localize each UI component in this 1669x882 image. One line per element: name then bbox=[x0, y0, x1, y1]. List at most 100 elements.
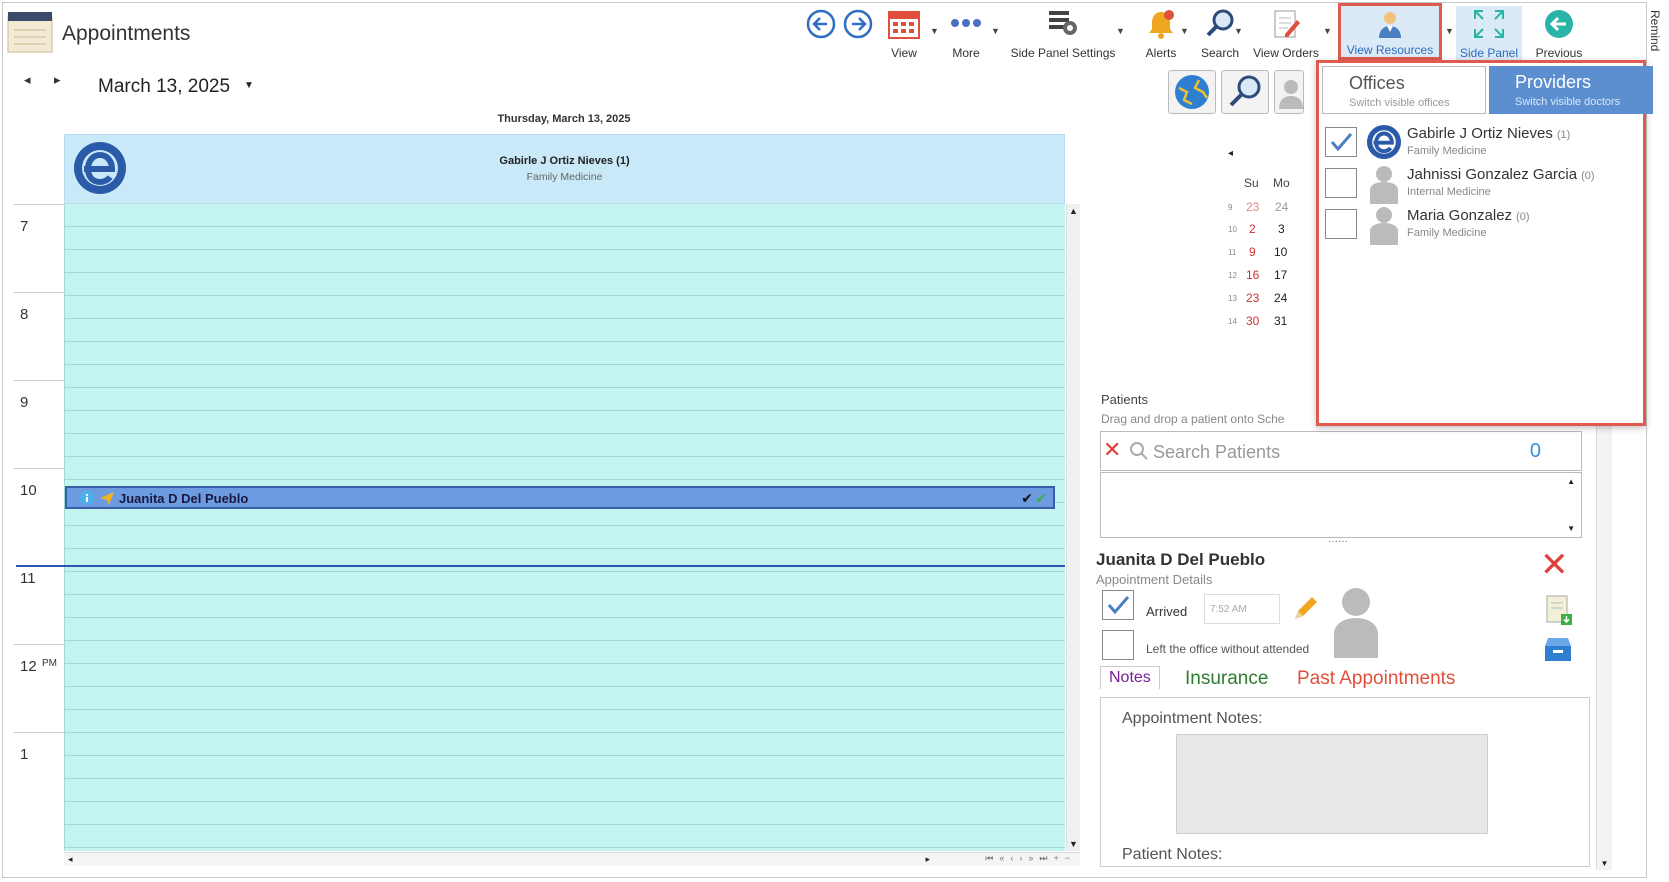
orders-dropdown-caret[interactable]: ▼ bbox=[1323, 26, 1332, 36]
mini-cal-day[interactable]: 23 bbox=[1246, 200, 1259, 214]
view-orders-button[interactable]: View Orders bbox=[1248, 6, 1324, 60]
mini-cal-day[interactable]: 24 bbox=[1274, 291, 1287, 305]
reminders-tab[interactable]: Remind bbox=[1648, 10, 1662, 51]
hour-divider bbox=[14, 468, 64, 469]
document-download-icon[interactable] bbox=[1544, 594, 1574, 626]
left-office-checkbox[interactable] bbox=[1102, 630, 1134, 660]
resources-dropdown-caret[interactable]: ▼ bbox=[1445, 26, 1454, 36]
alerts-dropdown-caret[interactable]: ▼ bbox=[1180, 26, 1189, 36]
provider-specialty: Family Medicine bbox=[1407, 145, 1487, 157]
grid-vertical-scrollbar[interactable]: ▲ ▼ bbox=[1066, 204, 1080, 851]
expand-icon bbox=[1474, 10, 1504, 38]
archive-box-icon[interactable] bbox=[1542, 634, 1574, 664]
search-patients-placeholder[interactable]: Search Patients bbox=[1153, 442, 1280, 463]
info-icon bbox=[80, 491, 94, 505]
more-dropdown-caret[interactable]: ▼ bbox=[991, 26, 1000, 36]
arrived-checkbox[interactable] bbox=[1102, 590, 1134, 620]
mini-cal-day[interactable]: 17 bbox=[1274, 268, 1287, 282]
tab-offices[interactable]: Offices Switch visible offices bbox=[1322, 66, 1486, 114]
date-picker-caret[interactable]: ▼ bbox=[244, 80, 254, 91]
side-panel-scroll-down[interactable]: ▼ bbox=[1597, 859, 1612, 868]
scroll-down-arrow[interactable]: ▼ bbox=[1067, 839, 1080, 849]
mini-cal-day[interactable]: 30 bbox=[1246, 314, 1259, 328]
search-provider-button[interactable] bbox=[1221, 70, 1269, 114]
mini-cal-day[interactable]: 24 bbox=[1275, 200, 1288, 214]
mini-cal-day[interactable]: 9 bbox=[1249, 245, 1256, 259]
scroll-up-arrow[interactable]: ▲ bbox=[1067, 206, 1080, 216]
offices-title: Offices bbox=[1349, 73, 1405, 93]
provider-list-item[interactable]: Jahnissi Gonzalez Garcia (0) Internal Med… bbox=[1325, 162, 1641, 204]
mini-cal-day[interactable]: 3 bbox=[1278, 222, 1285, 236]
search-dropdown-caret[interactable]: ▼ bbox=[1234, 26, 1243, 36]
arrived-label: Arrived bbox=[1146, 604, 1188, 619]
settings-dropdown-caret[interactable]: ▼ bbox=[1116, 26, 1125, 36]
globe-icon bbox=[1175, 75, 1209, 109]
mini-calendar-prev[interactable]: ◂ bbox=[1228, 148, 1233, 159]
view-button[interactable]: View bbox=[880, 6, 928, 60]
patient-results-list[interactable]: ▲ ▼ bbox=[1100, 472, 1582, 538]
results-scroll-down[interactable]: ▼ bbox=[1567, 524, 1575, 533]
search-icon bbox=[1130, 442, 1148, 460]
mini-cal-header-su: Su bbox=[1244, 176, 1259, 190]
checkmark-icon bbox=[1330, 133, 1353, 152]
splitter-handle[interactable]: ······ bbox=[1328, 536, 1348, 547]
appointment-block[interactable]: Juanita D Del Pueblo ✔ ✔ bbox=[65, 486, 1055, 509]
patient-avatar bbox=[1334, 588, 1378, 658]
tab-notes[interactable]: Notes bbox=[1100, 666, 1160, 689]
more-button[interactable]: More bbox=[942, 6, 990, 60]
scroll-right-arrow[interactable]: ▸ bbox=[925, 854, 930, 865]
provider-avatar-button[interactable] bbox=[1274, 70, 1304, 114]
side-panel-button[interactable]: Side Panel bbox=[1456, 6, 1522, 60]
previous-button[interactable]: Previous bbox=[1528, 6, 1590, 60]
more-label: More bbox=[952, 46, 980, 60]
offices-subtitle: Switch visible offices bbox=[1349, 97, 1450, 109]
mini-cal-day[interactable]: 10 bbox=[1274, 245, 1287, 259]
patient-result-count: 0 bbox=[1529, 440, 1541, 462]
back-button[interactable] bbox=[804, 6, 838, 60]
provider-name: Gabirle J Ortiz Nieves bbox=[1407, 125, 1553, 142]
grid-horizontal-scrollbar[interactable]: ◂ ▸ ⏮«‹›»⏭+− bbox=[64, 852, 1080, 866]
view-dropdown-caret[interactable]: ▼ bbox=[930, 26, 939, 36]
hour-divider bbox=[14, 732, 64, 733]
prev-day-arrow[interactable]: ◂ bbox=[24, 72, 31, 88]
week-number: 12 bbox=[1228, 271, 1237, 280]
cancel-appointment-icon[interactable]: ✕ bbox=[1540, 548, 1569, 582]
doctor-icon bbox=[1379, 12, 1401, 38]
mini-cal-day[interactable]: 31 bbox=[1274, 314, 1287, 328]
current-date: March 13, 2025 bbox=[98, 76, 231, 97]
tab-insurance[interactable]: Insurance bbox=[1185, 668, 1268, 690]
mini-cal-day[interactable]: 23 bbox=[1246, 291, 1259, 305]
provider-list-item[interactable]: Gabirle J Ortiz Nieves (1) Family Medicin… bbox=[1325, 121, 1641, 163]
schedule-grid[interactable] bbox=[64, 204, 1065, 851]
provider-checkbox[interactable] bbox=[1325, 168, 1357, 198]
appointment-notes-field[interactable] bbox=[1176, 734, 1488, 834]
mini-cal-day[interactable]: 2 bbox=[1249, 222, 1256, 236]
more-dots-icon bbox=[951, 19, 981, 27]
hour-label-12: 12 bbox=[20, 658, 37, 675]
scroll-left-arrow[interactable]: ◂ bbox=[68, 854, 73, 865]
next-day-arrow[interactable]: ▸ bbox=[54, 72, 61, 88]
providers-title: Providers bbox=[1515, 72, 1592, 92]
results-scroll-up[interactable]: ▲ bbox=[1567, 477, 1575, 486]
provider-checkbox[interactable] bbox=[1325, 209, 1357, 239]
side-panel-settings-button[interactable]: Side Panel Settings bbox=[1006, 6, 1120, 60]
mini-cal-day[interactable]: 16 bbox=[1246, 268, 1259, 282]
provider-list-item[interactable]: Maria Gonzalez (0) Family Medicine bbox=[1325, 203, 1641, 245]
forward-button[interactable] bbox=[841, 6, 875, 60]
provider-name: Maria Gonzalez bbox=[1407, 207, 1513, 224]
tab-past-appointments[interactable]: Past Appointments bbox=[1297, 668, 1455, 690]
clear-search-icon[interactable]: ✕ bbox=[1103, 437, 1121, 463]
page-title: Appointments bbox=[62, 22, 191, 45]
checkmark-icon: ✔ bbox=[1021, 490, 1033, 506]
offices-globe-button[interactable] bbox=[1168, 70, 1216, 114]
arrived-time-field[interactable]: 7:52 AM bbox=[1204, 594, 1280, 624]
magnifier-icon bbox=[1206, 9, 1234, 37]
hour-divider bbox=[14, 292, 64, 293]
provider-specialty: Internal Medicine bbox=[1407, 186, 1491, 198]
provider-checkbox[interactable] bbox=[1325, 127, 1357, 157]
view-resources-button[interactable]: View Resources bbox=[1338, 3, 1442, 60]
patient-search-box[interactable]: ✕ Search Patients 0 bbox=[1100, 431, 1582, 471]
edit-pencil-icon[interactable] bbox=[1290, 594, 1320, 624]
grid-navigation-controls[interactable]: ⏮«‹›»⏭+− bbox=[985, 853, 1076, 864]
tab-providers[interactable]: Providers Switch visible doctors bbox=[1489, 66, 1653, 114]
